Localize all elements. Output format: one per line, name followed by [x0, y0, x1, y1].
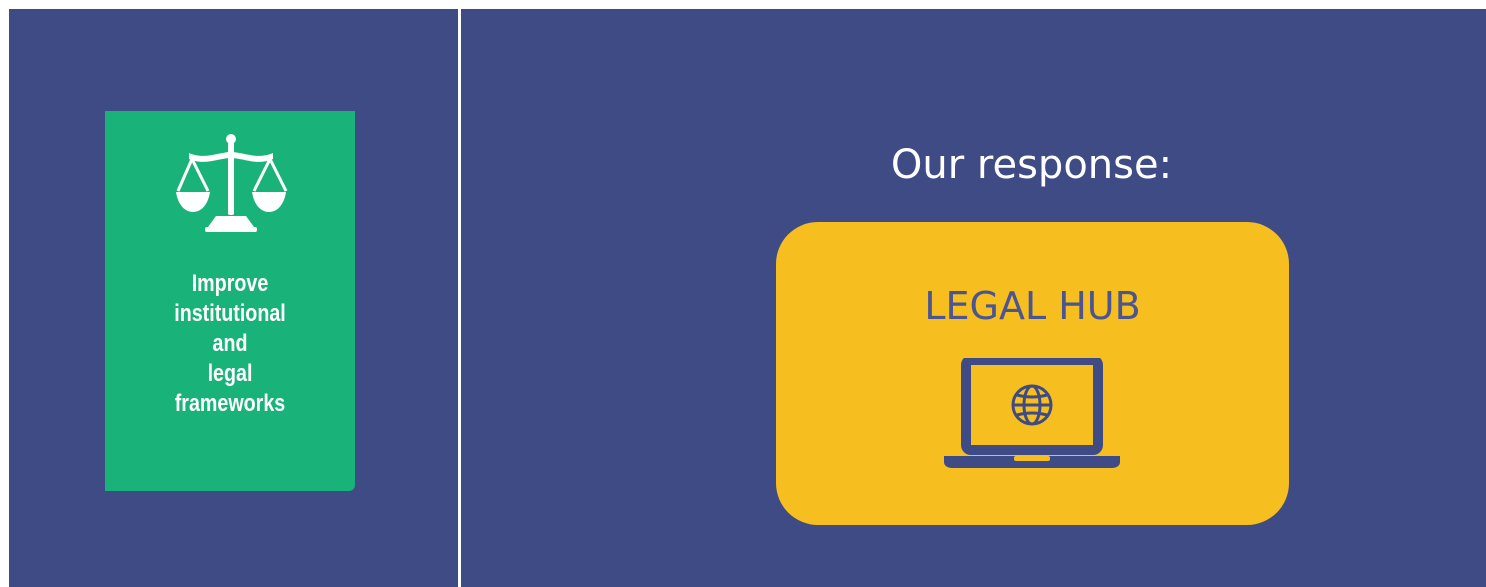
goal-text: Improve institutional and legal framewor…	[128, 269, 333, 419]
laptop-globe-icon	[944, 358, 1120, 468]
legal-hub-label: LEGAL HUB	[924, 284, 1141, 328]
scale-of-justice-icon	[176, 134, 288, 232]
right-panel: Our response: LEGAL HUB	[461, 9, 1486, 587]
response-title: Our response:	[890, 142, 1173, 188]
left-panel: Improve institutional and legal framewor…	[9, 9, 458, 587]
goal-line-institutional: institutional	[174, 300, 286, 327]
goal-line-and: and	[212, 330, 248, 357]
goal-card: Improve institutional and legal framewor…	[105, 111, 355, 491]
goal-line-improve: Improve	[191, 270, 269, 297]
slide: Improve institutional and legal framewor…	[0, 0, 1486, 587]
goal-line-frameworks: frameworks	[174, 390, 286, 417]
goal-line-legal: legal	[207, 360, 253, 387]
legal-hub-card[interactable]: LEGAL HUB	[776, 222, 1289, 525]
